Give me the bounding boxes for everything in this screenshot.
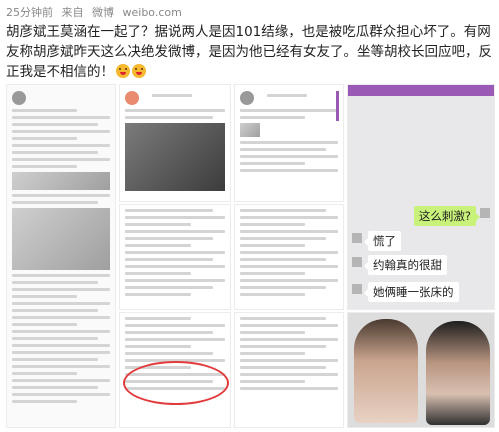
highlight-circle (123, 361, 229, 405)
post-body: 胡彦斌王莫涵在一起了？据说两人是因101结缘，也是被吃瓜群众担心坏了。有网友称胡… (6, 24, 492, 80)
avatar (125, 90, 139, 105)
post-image-1[interactable] (6, 84, 116, 428)
post-image-5[interactable] (234, 204, 344, 310)
post-image-portraits[interactable] (347, 312, 495, 428)
post-site: weibo.com (122, 6, 182, 19)
chat-message: 慌了 (364, 231, 401, 251)
post-meta: 25分钟前 来自 微博 weibo.com (6, 4, 187, 20)
avatar (240, 90, 254, 105)
image-grid: 这么刺激? 慌了 约翰真的很甜 她俩睡一张床的 (6, 84, 495, 428)
laugh-emoji-icon (132, 64, 146, 78)
post-image-6[interactable] (119, 312, 231, 428)
chat-header-bar (348, 85, 494, 96)
post-source[interactable]: 微博 (92, 6, 114, 19)
post-image-3[interactable] (234, 84, 344, 202)
post-text: 胡彦斌王莫涵在一起了？据说两人是因101结缘，也是被吃瓜群众担心坏了。有网友称胡… (6, 22, 494, 82)
post-from-label: 来自 (61, 6, 84, 19)
chat-message: 这么刺激? (413, 206, 481, 226)
chat-message: 约翰真的很甜 (364, 255, 447, 275)
portrait-photo-left (354, 319, 418, 423)
post-image-7[interactable] (234, 312, 344, 428)
post-image-2[interactable] (119, 84, 231, 202)
laugh-emoji-icon (116, 64, 130, 78)
post-time: 25分钟前 (6, 6, 53, 19)
post-image-chat[interactable]: 这么刺激? 慌了 约翰真的很甜 她俩睡一张床的 (347, 84, 495, 310)
avatar (12, 90, 26, 105)
post-image-4[interactable] (119, 204, 231, 310)
chat-message: 她俩睡一张床的 (364, 282, 459, 302)
portrait-photo-right (426, 321, 490, 425)
